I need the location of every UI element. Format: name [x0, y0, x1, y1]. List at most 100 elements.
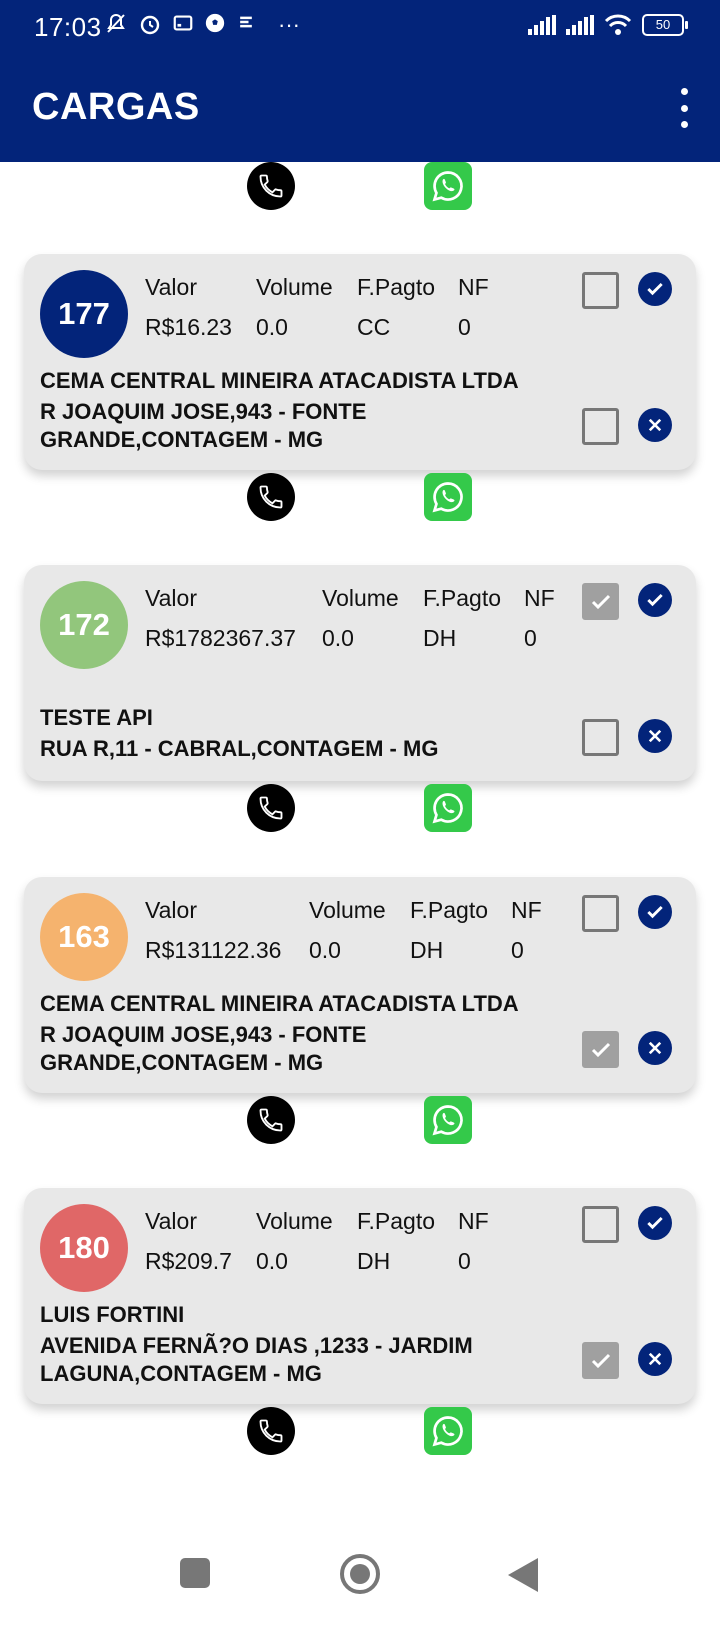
status-time: 17:03 — [34, 12, 102, 42]
top-checkbox[interactable] — [582, 272, 619, 309]
phone-icon[interactable] — [247, 784, 295, 832]
bottom-checkbox[interactable] — [582, 719, 619, 756]
top-checkbox[interactable] — [582, 895, 619, 932]
valor-label: Valor — [145, 897, 197, 923]
check-icon — [647, 593, 663, 607]
status-system-icons: 50 — [528, 14, 688, 36]
more-vert-icon[interactable] — [676, 88, 692, 128]
nf-value: 0 — [524, 625, 537, 651]
phone-icon[interactable] — [247, 1407, 295, 1455]
valor-label: Valor — [145, 274, 197, 300]
volume-label: Volume — [256, 274, 333, 300]
valor-value: R$131122.36 — [145, 937, 282, 963]
home-button[interactable] — [338, 1552, 382, 1596]
cargas-list[interactable]: 177 Valor R$16.23 Volume 0.0 F.Pagto CC NF 0… — [0, 162, 720, 1550]
confirm-button[interactable] — [638, 1206, 672, 1240]
carga-id-badge: 172 — [40, 581, 128, 669]
reject-button[interactable] — [638, 719, 672, 753]
volume-value: 0.0 — [256, 314, 288, 340]
confirm-button[interactable] — [638, 583, 672, 617]
page-title: CARGAS — [32, 86, 200, 128]
valor-value: R$209.7 — [145, 1248, 232, 1274]
fpagto-label: F.Pagto — [423, 585, 501, 611]
contact-row — [0, 1096, 720, 1146]
fpagto-value: DH — [357, 1248, 391, 1274]
signal-icon — [528, 15, 556, 35]
mute-icon — [107, 13, 125, 33]
carga-card[interactable]: 163 Valor R$131122.36 Volume 0.0 F.Pagto DH… — [24, 877, 696, 1093]
carga-card[interactable]: 172 Valor R$1782367.37 Volume 0.0 F.Pagto D… — [24, 565, 696, 781]
close-icon — [648, 1041, 662, 1055]
contact-row — [0, 162, 720, 212]
contact-row — [0, 784, 720, 834]
volume-label: Volume — [309, 897, 386, 923]
check-icon — [591, 1353, 610, 1368]
client-name: TESTE API — [40, 705, 153, 730]
carga-id-badge: 163 — [40, 893, 128, 981]
system-nav-bar — [0, 1550, 720, 1650]
confirm-button[interactable] — [638, 895, 672, 929]
check-icon — [647, 905, 663, 919]
app-bar: CARGAS — [0, 54, 720, 162]
reject-button[interactable] — [638, 408, 672, 442]
top-checkbox[interactable] — [582, 583, 619, 620]
more-notifications: ··· — [278, 12, 300, 37]
nf-label: NF — [458, 1208, 489, 1234]
nf-label: NF — [458, 274, 489, 300]
whatsapp-icon[interactable] — [424, 1407, 472, 1455]
contact-row — [0, 1407, 720, 1457]
fpagto-value: CC — [357, 314, 391, 340]
screen-icon — [173, 15, 193, 31]
carga-id-badge: 180 — [40, 1204, 128, 1292]
soccer-icon — [205, 13, 225, 33]
whatsapp-icon[interactable] — [424, 162, 472, 210]
phone-icon[interactable] — [247, 1096, 295, 1144]
recents-button[interactable] — [178, 1556, 212, 1590]
status-bar: 17:03 ··· 50 — [0, 0, 720, 54]
client-address: AVENIDA FERNÃ?O DIAS ,1233 - JARDIM LAGU… — [40, 1333, 473, 1386]
status-notification-icons: ··· — [104, 12, 300, 38]
fpagto-label: F.Pagto — [357, 1208, 435, 1234]
check-icon — [591, 1042, 610, 1057]
back-button[interactable] — [506, 1556, 540, 1594]
top-checkbox[interactable] — [582, 1206, 619, 1243]
confirm-button[interactable] — [638, 272, 672, 306]
client-address: R JOAQUIM JOSE,943 - FONTE GRANDE,CONTAG… — [40, 399, 367, 452]
valor-value: R$1782367.37 — [145, 625, 296, 651]
valor-value: R$16.23 — [145, 314, 232, 340]
check-icon — [647, 282, 663, 296]
phone-icon[interactable] — [247, 473, 295, 521]
nf-value: 0 — [458, 314, 471, 340]
carga-card[interactable]: 180 Valor R$209.7 Volume 0.0 F.Pagto DH NF 0… — [24, 1188, 696, 1404]
fpagto-value: DH — [410, 937, 444, 963]
carga-id-badge: 177 — [40, 270, 128, 358]
whatsapp-icon[interactable] — [424, 1096, 472, 1144]
client-name: CEMA CENTRAL MINEIRA ATACADISTA LTDA — [40, 368, 519, 393]
reject-button[interactable] — [638, 1342, 672, 1376]
whatsapp-icon[interactable] — [424, 784, 472, 832]
fpagto-value: DH — [423, 625, 457, 651]
client-name: LUIS FORTINI — [40, 1302, 185, 1327]
bottom-checkbox[interactable] — [582, 1342, 619, 1379]
phone-icon[interactable] — [247, 162, 295, 210]
contact-row — [0, 473, 720, 523]
bottom-checkbox[interactable] — [582, 1031, 619, 1068]
carga-card[interactable]: 177 Valor R$16.23 Volume 0.0 F.Pagto CC NF 0… — [24, 254, 696, 470]
nf-value: 0 — [458, 1248, 471, 1274]
close-icon — [648, 1352, 662, 1366]
volume-value: 0.0 — [256, 1248, 288, 1274]
volume-value: 0.0 — [322, 625, 354, 651]
nf-value: 0 — [511, 937, 524, 963]
close-icon — [648, 418, 662, 432]
client-address: RUA R,11 - CABRAL,CONTAGEM - MG — [40, 736, 439, 761]
fpagto-label: F.Pagto — [357, 274, 435, 300]
client-name: CEMA CENTRAL MINEIRA ATACADISTA LTDA — [40, 991, 519, 1016]
nf-label: NF — [511, 897, 542, 923]
whatsapp-icon[interactable] — [424, 473, 472, 521]
bottom-checkbox[interactable] — [582, 408, 619, 445]
reject-button[interactable] — [638, 1031, 672, 1065]
nf-label: NF — [524, 585, 555, 611]
check-icon — [591, 594, 610, 609]
check-icon — [647, 1216, 663, 1230]
alarm-icon — [140, 15, 160, 35]
